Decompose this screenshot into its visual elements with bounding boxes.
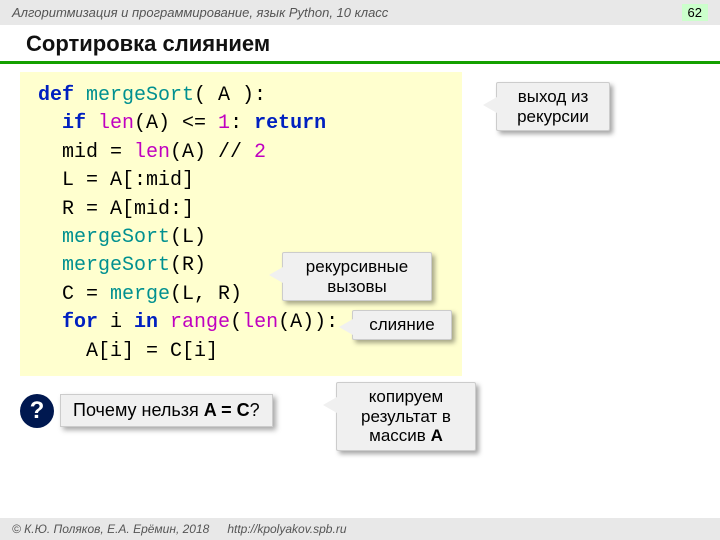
callout-recursive: рекурсивные вызовы	[282, 252, 432, 301]
course-label: Алгоритмизация и программирование, язык …	[12, 5, 388, 20]
title-underline	[0, 61, 720, 64]
callout-merge: слияние	[352, 310, 452, 340]
callout-copy: копируем результат в массив A	[336, 382, 476, 451]
footer: © К.Ю. Поляков, Е.А. Ерёмин, 2018 http:/…	[0, 518, 720, 540]
content-area: def mergeSort( A ): if len(A) <= 1: retu…	[0, 72, 720, 428]
question-mark-icon: ?	[20, 394, 54, 428]
page-number: 62	[682, 4, 708, 21]
question-box: Почему нельзя A = C?	[60, 394, 273, 427]
callout-exit: выход из рекурсии	[496, 82, 610, 131]
copyright: © К.Ю. Поляков, Е.А. Ерёмин, 2018	[12, 522, 209, 536]
header: Алгоритмизация и программирование, язык …	[0, 0, 720, 25]
page-title: Сортировка слиянием	[0, 25, 720, 61]
footer-url: http://kpolyakov.spb.ru	[227, 522, 346, 536]
